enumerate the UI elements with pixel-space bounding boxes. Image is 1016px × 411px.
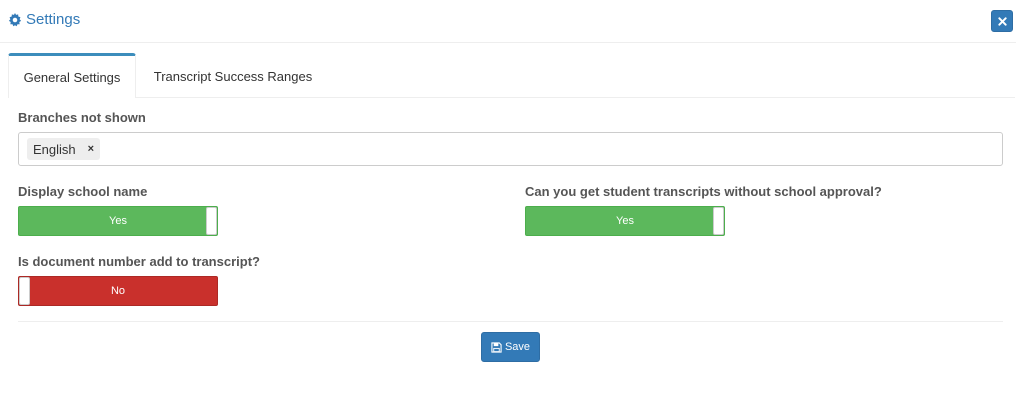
toggle-text: Yes [109, 215, 127, 227]
toggle-handle[interactable] [206, 207, 217, 235]
branch-tag-label: English [33, 141, 76, 157]
close-button[interactable] [991, 10, 1013, 32]
save-icon [491, 341, 502, 353]
toggle-text: No [110, 285, 126, 297]
gear-icon [8, 12, 22, 27]
transcripts-without-approval-label: Can you get student transcripts without … [525, 184, 882, 199]
branch-tag: English × [27, 138, 101, 160]
tab-transcript-success-ranges[interactable]: Transcript Success Ranges [142, 53, 324, 97]
settings-tabs: General Settings Transcript Success Rang… [8, 53, 1015, 98]
transcripts-without-approval-toggle[interactable]: Yes [525, 206, 725, 236]
footer-divider [18, 321, 1003, 322]
modal-title: Settings [8, 11, 80, 28]
display-school-name-toggle[interactable]: Yes [18, 206, 218, 236]
save-button[interactable]: Save [481, 332, 540, 362]
modal-header: Settings [0, 0, 1016, 43]
document-number-label: Is document number add to transcript? [18, 254, 260, 269]
toggle-handle[interactable] [713, 207, 724, 235]
toggle-handle[interactable] [19, 277, 30, 305]
branches-select[interactable]: English × [18, 132, 1003, 166]
save-button-label: Save [504, 341, 531, 353]
display-school-name-label: Display school name [18, 184, 148, 199]
branches-label: Branches not shown [18, 110, 146, 125]
tab-general-settings[interactable]: General Settings [8, 53, 136, 98]
tag-remove-icon[interactable]: × [88, 143, 94, 155]
document-number-toggle[interactable]: No [18, 276, 218, 306]
close-icon [997, 16, 1007, 26]
modal-title-text: Settings [26, 11, 81, 28]
toggle-text: Yes [616, 215, 634, 227]
